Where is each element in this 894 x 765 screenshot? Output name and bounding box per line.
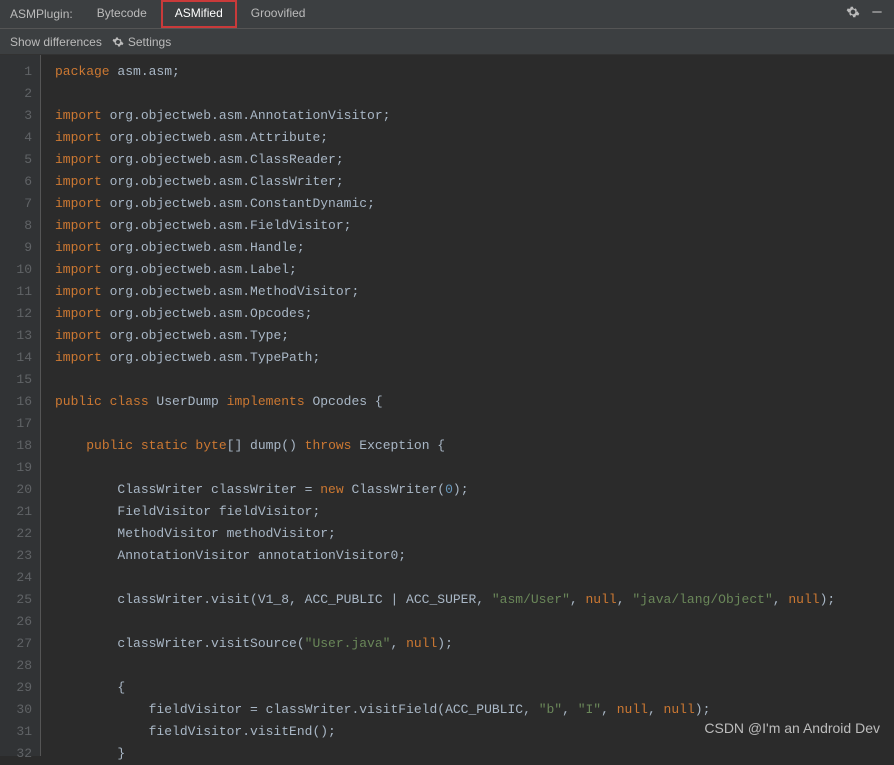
line-number: 20 xyxy=(0,479,32,501)
code-line: MethodVisitor methodVisitor; xyxy=(55,523,894,545)
line-number: 27 xyxy=(0,633,32,655)
tabs: BytecodeASMifiedGroovified xyxy=(83,0,320,28)
code-line: FieldVisitor fieldVisitor; xyxy=(55,501,894,523)
code-line: import org.objectweb.asm.Opcodes; xyxy=(55,303,894,325)
gutter: 1234567891011121314151617181920212223242… xyxy=(0,55,40,756)
gear-icon xyxy=(112,36,124,48)
line-number: 14 xyxy=(0,347,32,369)
line-number: 25 xyxy=(0,589,32,611)
line-number: 1 xyxy=(0,61,32,83)
code-line: ClassWriter classWriter = new ClassWrite… xyxy=(55,479,894,501)
editor: 1234567891011121314151617181920212223242… xyxy=(0,55,894,756)
settings-button[interactable]: Settings xyxy=(112,35,171,49)
minimize-icon[interactable] xyxy=(870,5,884,23)
code-line: public static byte[] dump() throws Excep… xyxy=(55,435,894,457)
code-line: import org.objectweb.asm.FieldVisitor; xyxy=(55,215,894,237)
settings-label: Settings xyxy=(128,35,171,49)
show-differences-label: Show differences xyxy=(10,35,102,49)
code-line: import org.objectweb.asm.Handle; xyxy=(55,237,894,259)
line-number: 11 xyxy=(0,281,32,303)
code-line xyxy=(55,611,894,633)
code-line xyxy=(55,655,894,677)
line-number: 21 xyxy=(0,501,32,523)
tab-bytecode[interactable]: Bytecode xyxy=(83,0,161,28)
line-number: 8 xyxy=(0,215,32,237)
tab-groovified[interactable]: Groovified xyxy=(237,0,320,28)
plugin-label: ASMPlugin: xyxy=(0,7,83,21)
top-bar: ASMPlugin: BytecodeASMifiedGroovified xyxy=(0,0,894,29)
code-line xyxy=(55,457,894,479)
code-line: fieldVisitor = classWriter.visitField(AC… xyxy=(55,699,894,721)
line-number: 26 xyxy=(0,611,32,633)
line-number: 6 xyxy=(0,171,32,193)
code-line: classWriter.visit(V1_8, ACC_PUBLIC | ACC… xyxy=(55,589,894,611)
line-number: 2 xyxy=(0,83,32,105)
line-number: 24 xyxy=(0,567,32,589)
code-line: import org.objectweb.asm.ClassReader; xyxy=(55,149,894,171)
code-line: import org.objectweb.asm.MethodVisitor; xyxy=(55,281,894,303)
line-number: 29 xyxy=(0,677,32,699)
line-number: 32 xyxy=(0,743,32,765)
line-number: 15 xyxy=(0,369,32,391)
line-number: 12 xyxy=(0,303,32,325)
line-number: 3 xyxy=(0,105,32,127)
line-number: 16 xyxy=(0,391,32,413)
code-line: import org.objectweb.asm.TypePath; xyxy=(55,347,894,369)
line-number: 30 xyxy=(0,699,32,721)
tab-asmified[interactable]: ASMified xyxy=(161,0,237,28)
line-number: 9 xyxy=(0,237,32,259)
gear-icon[interactable] xyxy=(846,5,860,23)
line-number: 19 xyxy=(0,457,32,479)
line-number: 28 xyxy=(0,655,32,677)
code-line: import org.objectweb.asm.AnnotationVisit… xyxy=(55,105,894,127)
secondary-bar: Show differences Settings xyxy=(0,29,894,55)
line-number: 23 xyxy=(0,545,32,567)
code-line xyxy=(55,413,894,435)
show-differences-button[interactable]: Show differences xyxy=(10,35,102,49)
line-number: 22 xyxy=(0,523,32,545)
code-line: import org.objectweb.asm.ClassWriter; xyxy=(55,171,894,193)
line-number: 5 xyxy=(0,149,32,171)
code-line xyxy=(55,83,894,105)
code-line: import org.objectweb.asm.Type; xyxy=(55,325,894,347)
line-number: 10 xyxy=(0,259,32,281)
code-line: classWriter.visitSource("User.java", nul… xyxy=(55,633,894,655)
code-line: fieldVisitor.visitEnd(); xyxy=(55,721,894,743)
top-right-controls xyxy=(846,5,894,23)
code-line xyxy=(55,369,894,391)
line-number: 13 xyxy=(0,325,32,347)
code-line xyxy=(55,567,894,589)
code-line: { xyxy=(55,677,894,699)
line-number: 18 xyxy=(0,435,32,457)
code-line: } xyxy=(55,743,894,765)
line-number: 7 xyxy=(0,193,32,215)
code-line: import org.objectweb.asm.Label; xyxy=(55,259,894,281)
code-line: package asm.asm; xyxy=(55,61,894,83)
code-line: import org.objectweb.asm.Attribute; xyxy=(55,127,894,149)
code-area[interactable]: package asm.asm; import org.objectweb.as… xyxy=(40,55,894,756)
code-line: import org.objectweb.asm.ConstantDynamic… xyxy=(55,193,894,215)
line-number: 17 xyxy=(0,413,32,435)
line-number: 4 xyxy=(0,127,32,149)
line-number: 31 xyxy=(0,721,32,743)
code-line: AnnotationVisitor annotationVisitor0; xyxy=(55,545,894,567)
code-line: public class UserDump implements Opcodes… xyxy=(55,391,894,413)
